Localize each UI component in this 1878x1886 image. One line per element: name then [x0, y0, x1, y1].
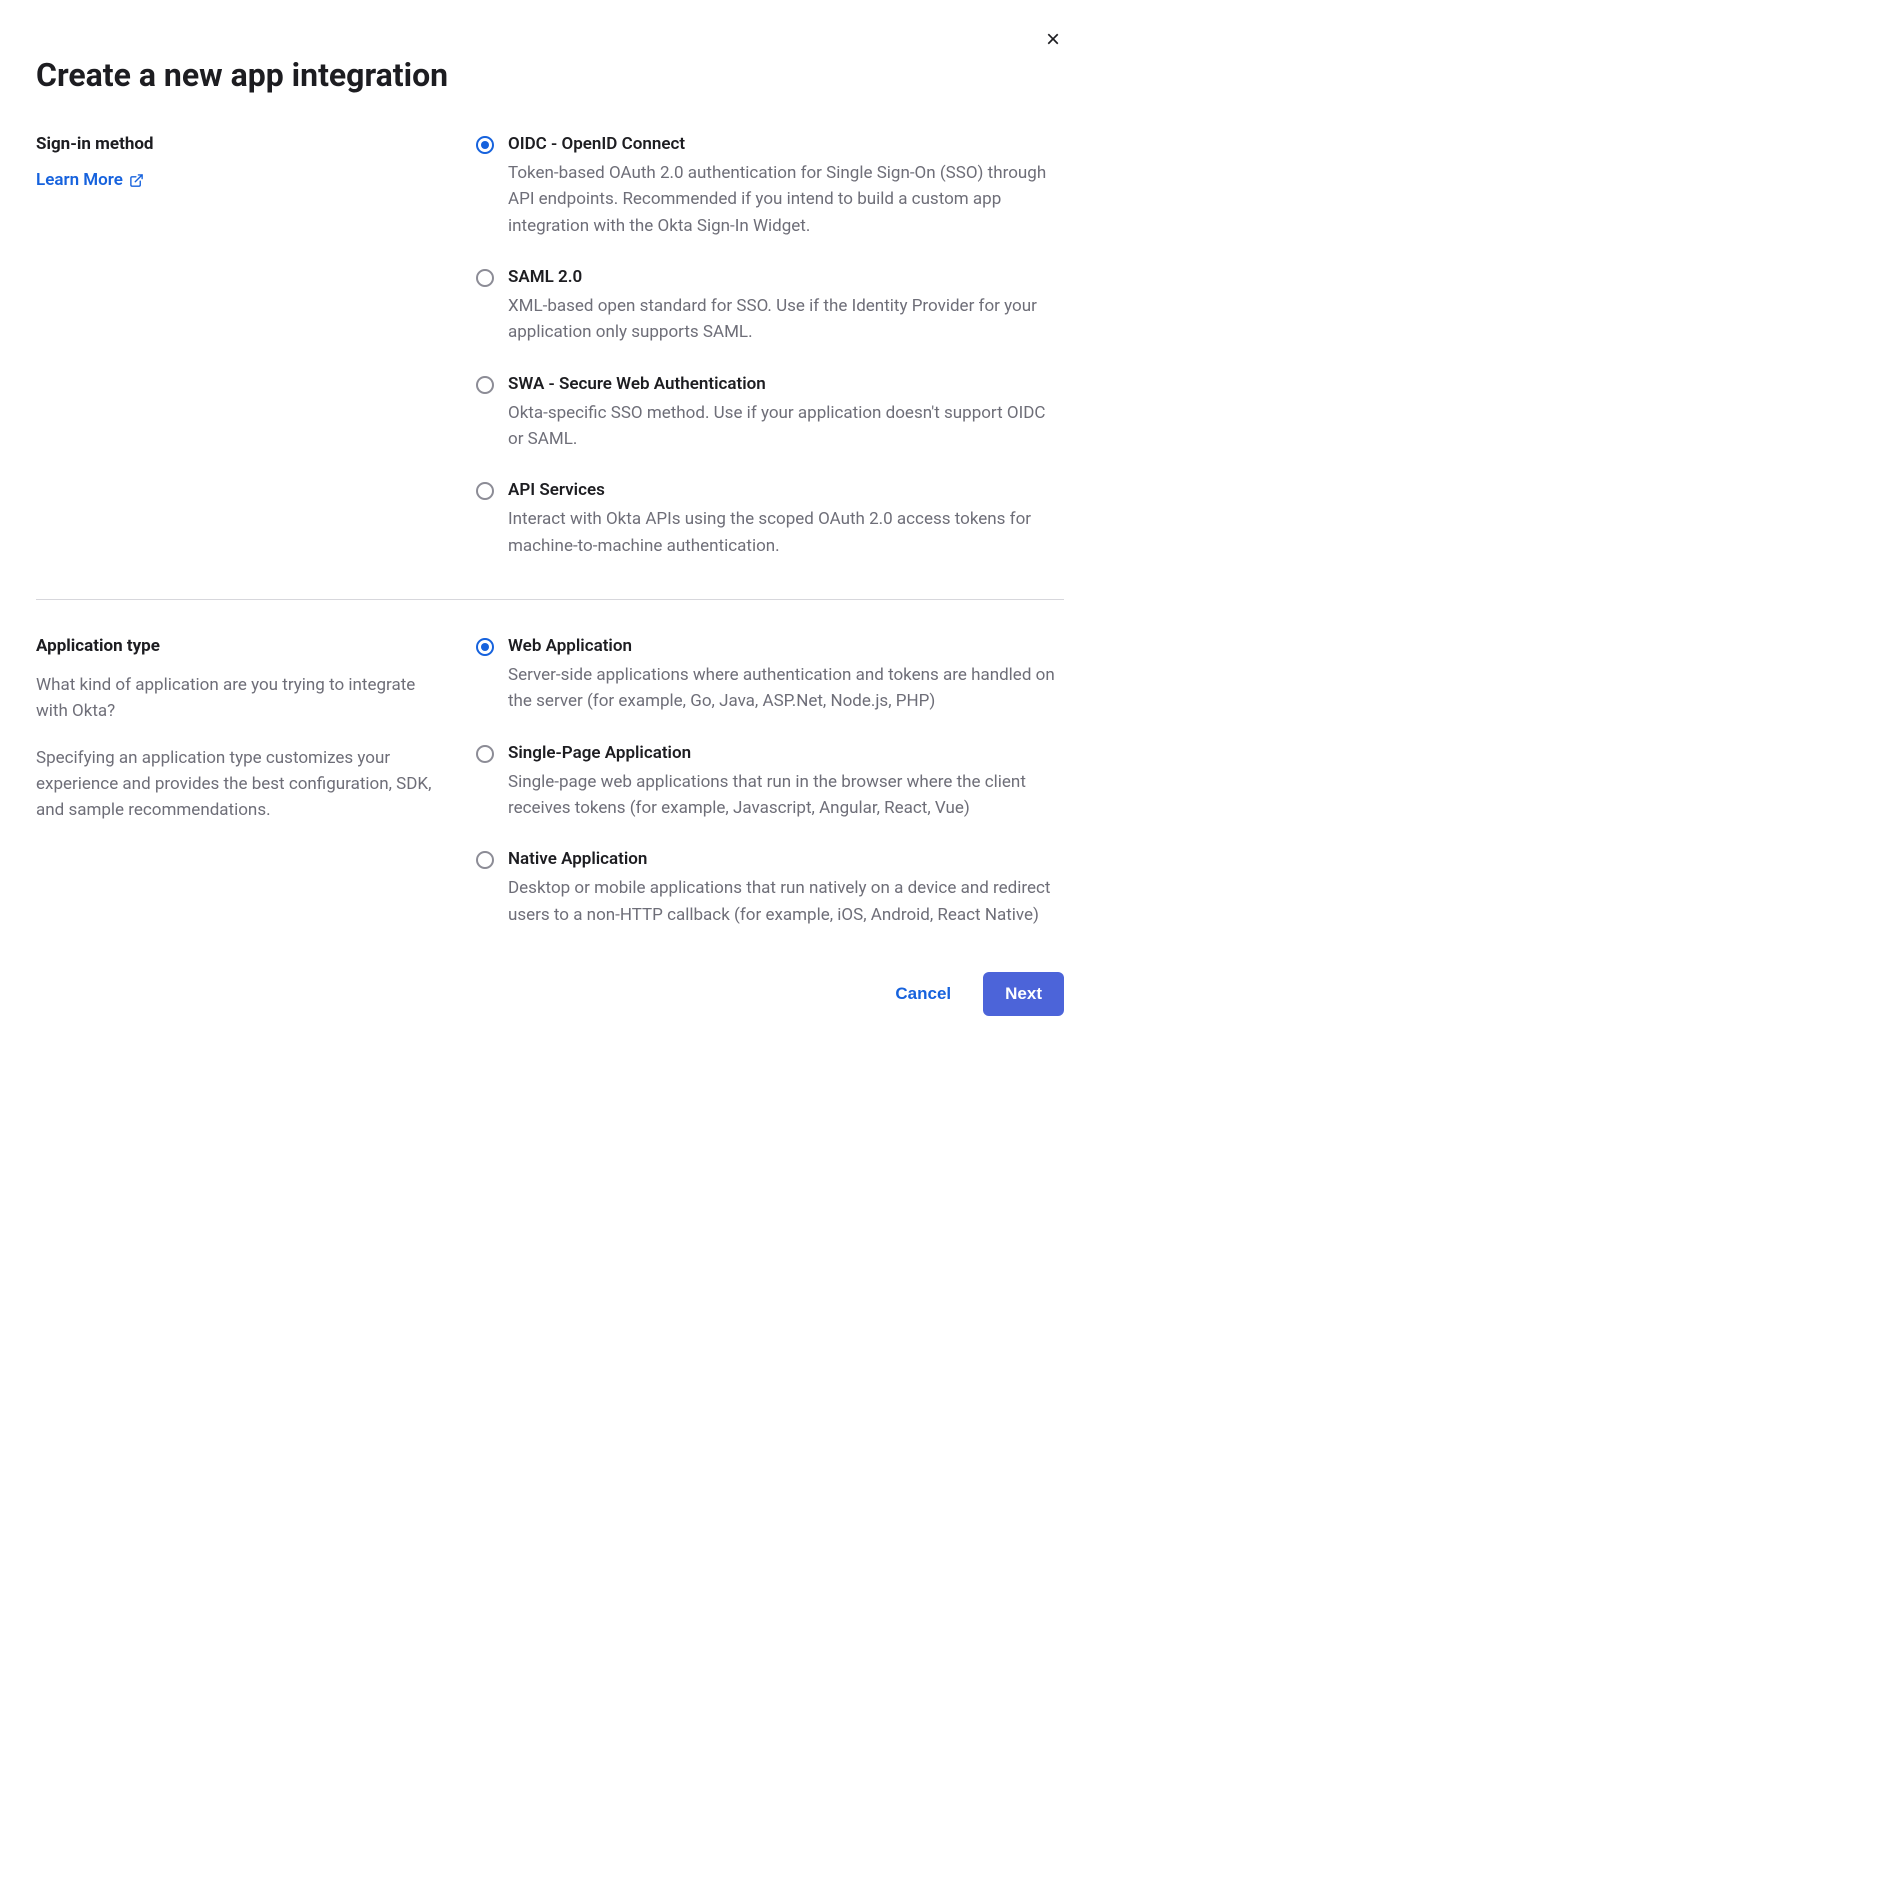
signin-option-oidc[interactable]: OIDC - OpenID Connect Token-based OAuth … [476, 134, 1064, 239]
option-title: SWA - Secure Web Authentication [508, 374, 1064, 394]
radio-swa[interactable] [476, 376, 494, 394]
apptype-option-native[interactable]: Native Application Desktop or mobile app… [476, 849, 1064, 928]
application-type-desc1: What kind of application are you trying … [36, 672, 436, 725]
close-icon: × [1046, 26, 1060, 53]
dialog-footer: Cancel Next [36, 972, 1064, 1016]
signin-option-api-services[interactable]: API Services Interact with Okta APIs usi… [476, 480, 1064, 559]
radio-oidc[interactable] [476, 136, 494, 154]
signin-option-saml[interactable]: SAML 2.0 XML-based open standard for SSO… [476, 267, 1064, 346]
option-title: SAML 2.0 [508, 267, 1064, 287]
section-signin-method: Sign-in method Learn More OIDC - OpenID … [36, 134, 1064, 559]
option-title: Single-Page Application [508, 743, 1064, 763]
option-desc: Single-page web applications that run in… [508, 769, 1064, 822]
cancel-button[interactable]: Cancel [887, 974, 959, 1014]
page-title: Create a new app integration [36, 56, 1064, 94]
option-desc: XML-based open standard for SSO. Use if … [508, 293, 1064, 346]
section-application-type: Application type What kind of applicatio… [36, 636, 1064, 928]
option-desc: Interact with Okta APIs using the scoped… [508, 506, 1064, 559]
next-button[interactable]: Next [983, 972, 1064, 1016]
learn-more-label: Learn More [36, 170, 123, 190]
radio-api-services[interactable] [476, 482, 494, 500]
signin-method-heading: Sign-in method [36, 134, 436, 154]
option-desc: Server-side applications where authentic… [508, 662, 1064, 715]
signin-option-swa[interactable]: SWA - Secure Web Authentication Okta-spe… [476, 374, 1064, 453]
close-button[interactable]: × [1042, 24, 1064, 56]
radio-native[interactable] [476, 851, 494, 869]
application-type-desc2: Specifying an application type customize… [36, 745, 436, 824]
section-divider [36, 599, 1064, 600]
option-desc: Okta-specific SSO method. Use if your ap… [508, 400, 1064, 453]
option-title: OIDC - OpenID Connect [508, 134, 1064, 154]
option-title: API Services [508, 480, 1064, 500]
option-title: Web Application [508, 636, 1064, 656]
option-title: Native Application [508, 849, 1064, 869]
radio-saml[interactable] [476, 269, 494, 287]
apptype-option-spa[interactable]: Single-Page Application Single-page web … [476, 743, 1064, 822]
external-link-icon [129, 173, 144, 188]
option-desc: Token-based OAuth 2.0 authentication for… [508, 160, 1064, 239]
radio-web-app[interactable] [476, 638, 494, 656]
apptype-option-web[interactable]: Web Application Server-side applications… [476, 636, 1064, 715]
application-type-heading: Application type [36, 636, 436, 656]
radio-spa[interactable] [476, 745, 494, 763]
option-desc: Desktop or mobile applications that run … [508, 875, 1064, 928]
learn-more-link[interactable]: Learn More [36, 170, 144, 190]
